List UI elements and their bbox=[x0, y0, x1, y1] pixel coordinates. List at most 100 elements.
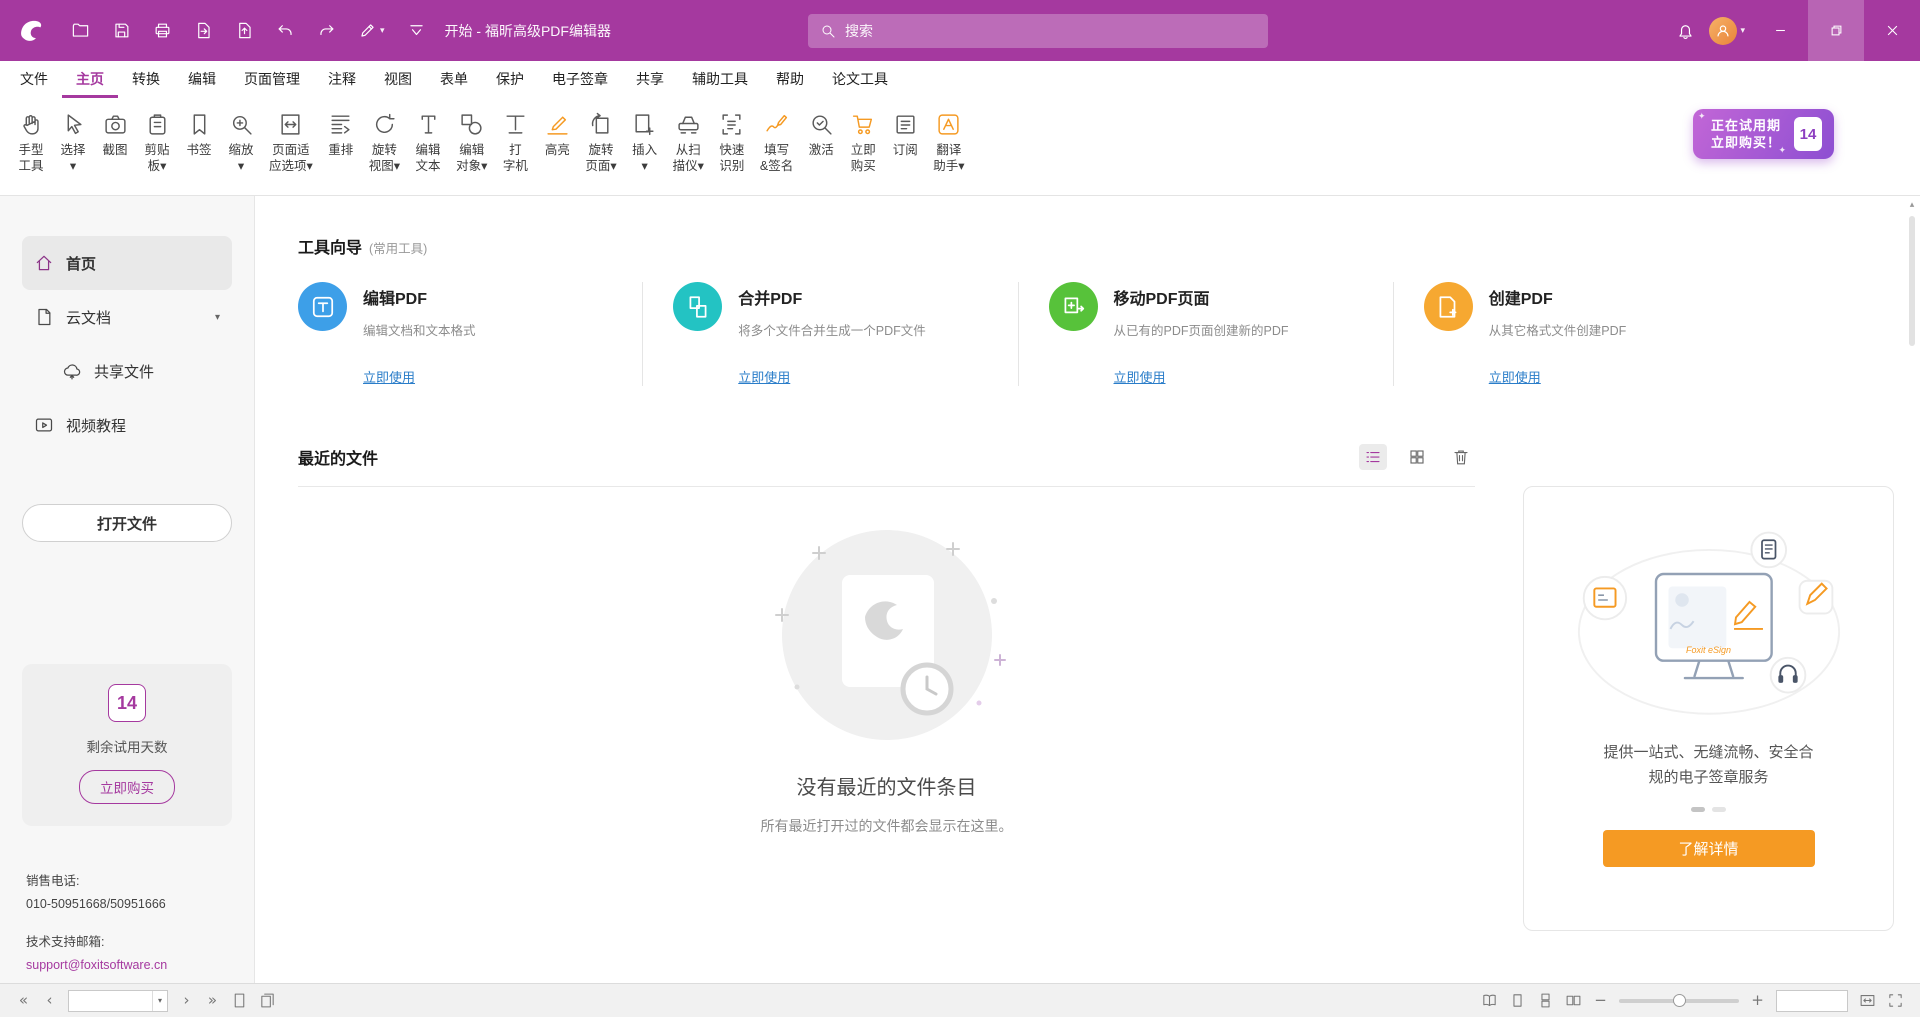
ribbon-snapshot[interactable]: 截图 bbox=[94, 110, 136, 160]
redo-button[interactable] bbox=[310, 15, 343, 46]
menu-tab-11[interactable]: 辅助工具 bbox=[678, 61, 762, 98]
ribbon-insert-pages[interactable]: 插入▾ bbox=[624, 110, 666, 176]
move-pdf-pages-use-now-link[interactable]: 立即使用 bbox=[1114, 367, 1166, 386]
page-stack-icon[interactable] bbox=[259, 992, 276, 1009]
undo-button[interactable] bbox=[269, 15, 302, 46]
fullscreen-icon[interactable] bbox=[1887, 992, 1904, 1009]
menu-tab-5[interactable]: 注释 bbox=[314, 61, 370, 98]
zoom-slider-thumb[interactable] bbox=[1673, 994, 1686, 1007]
ribbon-zoom[interactable]: 缩放▾ bbox=[220, 110, 262, 176]
menu-tab-0[interactable]: 文件 bbox=[6, 61, 62, 98]
first-page-icon[interactable]: « bbox=[16, 993, 31, 1008]
ribbon-page-fit-options[interactable]: 页面适应选项▾ bbox=[262, 110, 320, 176]
ribbon-reflow[interactable]: 重排 bbox=[320, 110, 362, 160]
account-button[interactable]: ▾ bbox=[1702, 11, 1752, 51]
menu-tab-10[interactable]: 共享 bbox=[622, 61, 678, 98]
buy-now-button[interactable]: 立即购买 bbox=[79, 770, 175, 804]
ribbon-typewriter[interactable]: 打字机 bbox=[494, 110, 536, 176]
page-number-field[interactable] bbox=[69, 991, 152, 1011]
last-page-icon[interactable]: » bbox=[205, 993, 220, 1008]
menu-tab-3[interactable]: 编辑 bbox=[174, 61, 230, 98]
chevron-down-icon[interactable]: ▾ bbox=[152, 991, 167, 1011]
menu-tab-8[interactable]: 保护 bbox=[482, 61, 538, 98]
carousel-dot-1[interactable] bbox=[1691, 807, 1705, 812]
menu-tab-13[interactable]: 论文工具 bbox=[818, 61, 902, 98]
bell-icon bbox=[1676, 21, 1695, 40]
prev-page-icon[interactable]: ‹ bbox=[42, 993, 57, 1008]
merge-pdf-use-now-link[interactable]: 立即使用 bbox=[738, 367, 790, 386]
chevron-down-icon[interactable]: ▾ bbox=[215, 312, 220, 323]
sign-tool-button[interactable]: ▾ bbox=[351, 15, 392, 46]
trial-badge[interactable]: ✦ ✦ 正在试用期 立即购买！ 14 bbox=[1693, 109, 1834, 159]
continuous-view-icon[interactable] bbox=[1537, 992, 1554, 1009]
menu-tab-1[interactable]: 主页 bbox=[62, 61, 118, 98]
fit-width-icon[interactable] bbox=[1859, 992, 1876, 1009]
toolbar-options-button[interactable] bbox=[400, 15, 433, 46]
ribbon-bookmark[interactable]: 书签 bbox=[178, 110, 220, 160]
ribbon-hand-tool[interactable]: 手型工具 bbox=[10, 110, 52, 176]
open-folder-button[interactable] bbox=[64, 15, 97, 46]
print-button[interactable] bbox=[146, 15, 179, 46]
ribbon-subscribe[interactable]: 订阅 bbox=[884, 110, 926, 160]
video-tutorials-label: 视频教程 bbox=[66, 415, 126, 436]
ribbon-highlight[interactable]: 高亮 bbox=[536, 110, 578, 160]
ribbon-from-scanner[interactable]: 从扫描仪▾ bbox=[666, 110, 711, 176]
ribbon-clipboard[interactable]: 剪贴板▾ bbox=[136, 110, 178, 176]
menu-tab-7[interactable]: 表单 bbox=[426, 61, 482, 98]
ribbon-rotate-view[interactable]: 旋转视图▾ bbox=[362, 110, 407, 176]
ribbon-edit-object[interactable]: 编辑对象▾ bbox=[449, 110, 494, 176]
sidebar-item-cloud-docs[interactable]: 云文档▾ bbox=[22, 290, 232, 344]
support-email-link[interactable]: support@foxitsoftware.cn bbox=[26, 954, 228, 977]
edit-pdf-use-now-link[interactable]: 立即使用 bbox=[363, 367, 415, 386]
ribbon-activate[interactable]: 激活 bbox=[800, 110, 842, 160]
ribbon-select[interactable]: 选择▾ bbox=[52, 110, 94, 176]
save-button[interactable] bbox=[105, 15, 138, 46]
menu-tab-2[interactable]: 转换 bbox=[118, 61, 174, 98]
zoom-slider[interactable] bbox=[1619, 999, 1739, 1003]
ribbon-buy-now[interactable]: 立即购买 bbox=[842, 110, 884, 176]
zoom-level-input[interactable] bbox=[1776, 990, 1848, 1012]
zoom-in-icon[interactable]: + bbox=[1750, 993, 1765, 1008]
ribbon-rotate-pages[interactable]: 旋转页面▾ bbox=[578, 110, 623, 176]
esign-promo-line2: 规的电子签章服务 bbox=[1603, 766, 1813, 791]
close-button[interactable] bbox=[1864, 0, 1920, 61]
next-page-icon[interactable]: › bbox=[179, 993, 194, 1008]
zoom-out-icon[interactable]: − bbox=[1593, 993, 1608, 1008]
menu-tab-6[interactable]: 视图 bbox=[370, 61, 426, 98]
single-page-view-icon[interactable] bbox=[1509, 992, 1526, 1009]
page-fit-options-label: 页面适应选项▾ bbox=[269, 142, 313, 174]
facing-view-icon[interactable] bbox=[1565, 992, 1582, 1009]
search-box[interactable]: 搜索 bbox=[808, 14, 1268, 48]
menu-tab-9[interactable]: 电子签章 bbox=[538, 61, 622, 98]
list-view-button[interactable] bbox=[1359, 444, 1387, 470]
vertical-scrollbar[interactable]: ▴ bbox=[1906, 198, 1918, 981]
page-number-input[interactable]: ▾ bbox=[68, 990, 168, 1012]
ribbon-fill-sign[interactable]: 填写&签名 bbox=[753, 110, 800, 176]
menu-tab-12[interactable]: 帮助 bbox=[762, 61, 818, 98]
sidebar-item-home[interactable]: 首页 bbox=[22, 236, 232, 290]
zoom-out-group: − bbox=[1593, 993, 1608, 1008]
reading-mode-icon[interactable] bbox=[1481, 992, 1498, 1009]
export-file-button[interactable] bbox=[187, 15, 220, 46]
grid-view-button[interactable] bbox=[1403, 444, 1431, 470]
sidebar-item-shared-files[interactable]: 共享文件 bbox=[22, 344, 232, 398]
sidebar-item-video-tutorials[interactable]: 视频教程 bbox=[22, 398, 232, 452]
open-file-button[interactable]: 打开文件 bbox=[22, 504, 232, 542]
recent-files-header: 最近的文件 bbox=[298, 444, 1475, 470]
restore-button[interactable] bbox=[1808, 0, 1864, 61]
share-file-button[interactable] bbox=[228, 15, 261, 46]
learn-more-button[interactable]: 了解详情 bbox=[1603, 830, 1815, 867]
scroll-up-icon[interactable]: ▴ bbox=[1906, 200, 1918, 210]
ribbon-quick-ocr[interactable]: 快速识别 bbox=[711, 110, 753, 176]
carousel-dot-2[interactable] bbox=[1712, 807, 1726, 812]
continuous-view-icon bbox=[1537, 992, 1554, 1009]
clear-recent-button[interactable] bbox=[1447, 444, 1475, 470]
quick-access-toolbar: ▾ bbox=[64, 15, 433, 46]
menu-tab-4[interactable]: 页面管理 bbox=[230, 61, 314, 98]
minimize-button[interactable] bbox=[1752, 0, 1808, 61]
notifications-button[interactable] bbox=[1669, 15, 1702, 46]
single-page-icon[interactable] bbox=[231, 992, 248, 1009]
ribbon-edit-text[interactable]: 编辑文本 bbox=[407, 110, 449, 176]
create-pdf-use-now-link[interactable]: 立即使用 bbox=[1489, 367, 1541, 386]
ribbon-translate-assistant[interactable]: 翻译助手▾ bbox=[926, 110, 971, 176]
